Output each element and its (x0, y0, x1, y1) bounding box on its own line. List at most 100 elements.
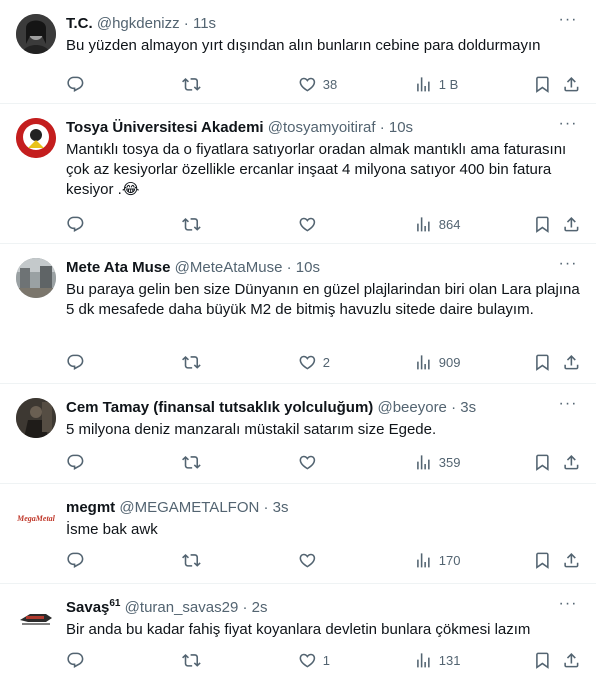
reply-button[interactable] (66, 74, 91, 94)
retweet-button[interactable] (182, 214, 207, 234)
avatar-image (16, 598, 56, 638)
bookmark-button[interactable] (533, 352, 552, 372)
reply-icon (67, 354, 84, 370)
retweet-button[interactable] (182, 74, 207, 94)
more-icon[interactable]: ··· (558, 596, 578, 618)
avatar[interactable]: MegaMetal (16, 498, 56, 538)
views-icon (417, 216, 430, 232)
author-handle[interactable]: @MEGAMETALFON (119, 499, 259, 516)
share-button[interactable] (562, 214, 581, 234)
like-icon (299, 653, 316, 668)
like-button[interactable] (298, 550, 323, 570)
reply-icon (67, 552, 84, 568)
timestamp[interactable]: 11s (193, 15, 216, 32)
more-icon[interactable]: ··· (558, 256, 578, 278)
view-count: 864 (438, 216, 461, 232)
share-button[interactable] (562, 650, 581, 670)
author-handle[interactable]: @MeteAtaMuse (175, 259, 283, 276)
bookmark-button[interactable] (533, 650, 552, 670)
avatar[interactable] (16, 118, 56, 158)
reply-button[interactable] (66, 452, 91, 472)
retweet-button[interactable] (182, 352, 207, 372)
share-icon (564, 652, 579, 668)
timestamp[interactable]: 10s (389, 119, 413, 136)
tweet[interactable]: Tosya Üniversitesi Akademi @tosyamyoitir… (0, 104, 596, 244)
avatar[interactable] (16, 14, 56, 54)
reply-button[interactable] (66, 550, 91, 570)
author-name[interactable]: Cem Tamay (finansal tutsaklık yolculuğum… (66, 399, 373, 416)
more-icon[interactable]: ··· (558, 12, 578, 34)
author-name[interactable]: megmt (66, 499, 115, 516)
tweet[interactable]: Mete Ata Muse @MeteAtaMuse · 10s Bu para… (0, 244, 596, 384)
views-button[interactable]: 359 (414, 452, 460, 472)
author-handle[interactable]: @turan_savas29 (125, 599, 239, 616)
author-handle[interactable]: @tosyamyoitiraf (268, 119, 376, 136)
like-count: 2 (322, 354, 330, 370)
retweet-button[interactable] (182, 550, 207, 570)
like-button[interactable]: 2 (298, 352, 330, 372)
author-name[interactable]: Savaş (66, 599, 109, 616)
separator-dot: · (263, 499, 269, 516)
author-name[interactable]: T.C. (66, 15, 93, 32)
tweet-text: Bir anda bu kadar fahiş fiyat koyanlara … (66, 621, 531, 638)
views-button[interactable]: 864 (414, 214, 460, 234)
view-count: 359 (438, 454, 461, 470)
views-button[interactable]: 170 (414, 550, 460, 570)
tweet[interactable]: MegaMetal megmt @MEGAMETALFON · 3s İsme … (0, 484, 596, 584)
timestamp[interactable]: 3s (460, 399, 476, 416)
timestamp[interactable]: 10s (296, 259, 320, 276)
retweet-button[interactable] (182, 452, 207, 472)
views-button[interactable]: 909 (414, 352, 460, 372)
like-count: 38 (322, 76, 338, 92)
share-button[interactable] (562, 352, 581, 372)
avatar[interactable] (16, 258, 56, 298)
views-button[interactable]: 1 B (414, 74, 458, 94)
avatar[interactable] (16, 598, 56, 638)
avatar-image (16, 258, 56, 298)
avatar[interactable] (16, 398, 56, 438)
megametal-logo: MegaMetal (17, 513, 55, 523)
reply-icon (67, 454, 84, 470)
retweet-button[interactable] (182, 650, 207, 670)
tweet-text: Bu yüzden almayon yırt dışından alın bun… (66, 37, 541, 54)
like-button[interactable] (298, 214, 323, 234)
timestamp[interactable]: 3s (273, 499, 289, 516)
like-button[interactable]: 1 (298, 650, 330, 670)
like-button[interactable] (298, 452, 323, 472)
more-icon[interactable]: ··· (558, 396, 578, 418)
views-icon (417, 652, 430, 668)
reply-button[interactable] (66, 352, 91, 372)
bookmark-icon (536, 454, 549, 471)
tweet[interactable]: Cem Tamay (finansal tutsaklık yolculuğum… (0, 384, 596, 484)
tweet-text: Mantıklı tosya da o fiyatlara satıyorlar… (66, 141, 567, 198)
tweet[interactable]: Savaş61 @turan_savas29 · 2s Bir anda bu … (0, 584, 596, 683)
bookmark-button[interactable] (533, 74, 552, 94)
share-button[interactable] (562, 550, 581, 570)
bookmark-button[interactable] (533, 452, 552, 472)
tweet-text: Bu paraya gelin ben size Dünyanın en güz… (66, 281, 580, 318)
like-icon (299, 553, 316, 568)
author-name[interactable]: Tosya Üniversitesi Akademi (66, 119, 264, 136)
like-count: 1 (322, 652, 330, 668)
views-button[interactable]: 131 (414, 650, 460, 670)
author-handle[interactable]: @hgkdenizz (97, 15, 180, 32)
share-icon (564, 216, 579, 232)
author-handle[interactable]: @beeyore (377, 399, 446, 416)
views-icon (417, 354, 430, 370)
timestamp[interactable]: 2s (252, 599, 268, 616)
reply-button[interactable] (66, 214, 91, 234)
view-count: 131 (438, 652, 461, 668)
share-button[interactable] (562, 452, 581, 472)
bookmark-icon (536, 552, 549, 569)
bookmark-icon (536, 76, 549, 93)
like-button[interactable]: 38 (298, 74, 337, 94)
more-icon[interactable]: ··· (558, 116, 578, 138)
author-name[interactable]: Mete Ata Muse (66, 259, 170, 276)
share-button[interactable] (562, 74, 581, 94)
bookmark-button[interactable] (533, 214, 552, 234)
bookmark-button[interactable] (533, 550, 552, 570)
tweet[interactable]: T.C. @hgkdenizz · 11s Bu yüzden almayon … (0, 0, 596, 104)
views-icon (417, 552, 430, 568)
reply-button[interactable] (66, 650, 91, 670)
separator-dot: · (379, 119, 385, 136)
